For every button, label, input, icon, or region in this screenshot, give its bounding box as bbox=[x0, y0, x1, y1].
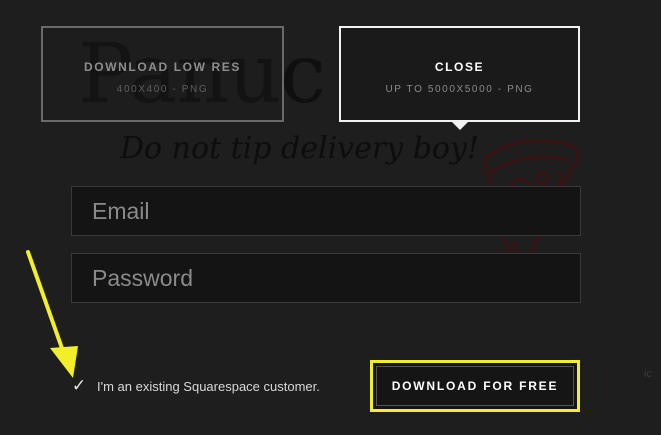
download-low-res-label: DOWNLOAD LOW RES bbox=[84, 60, 241, 74]
email-field[interactable] bbox=[71, 186, 581, 236]
password-field[interactable] bbox=[71, 253, 581, 303]
existing-customer-label: I'm an existing Squarespace customer. bbox=[97, 378, 320, 394]
tooltip-pointer bbox=[452, 122, 468, 130]
download-for-free-button[interactable]: DOWNLOAD FOR FREE bbox=[370, 360, 580, 412]
background-logo-subtitle: Do not tip delivery boy! bbox=[120, 131, 479, 166]
existing-customer-row[interactable]: ✓ I'm an existing Squarespace customer. bbox=[70, 376, 320, 396]
background-edge-text: ic bbox=[644, 368, 652, 380]
download-for-free-label: DOWNLOAD FOR FREE bbox=[391, 379, 559, 393]
close-option[interactable]: CLOSE UP TO 5000X5000 - PNG bbox=[339, 26, 580, 122]
download-low-res-option[interactable]: DOWNLOAD LOW RES 400X400 - PNG bbox=[41, 26, 284, 122]
close-label: CLOSE bbox=[434, 60, 485, 74]
download-low-res-sub: 400X400 - PNG bbox=[116, 84, 209, 95]
download-modal-overlay: Panuc zza Do not tip delivery boy! ic DO… bbox=[0, 0, 661, 435]
close-sub: UP TO 5000X5000 - PNG bbox=[385, 84, 534, 95]
check-icon[interactable]: ✓ bbox=[70, 377, 88, 395]
